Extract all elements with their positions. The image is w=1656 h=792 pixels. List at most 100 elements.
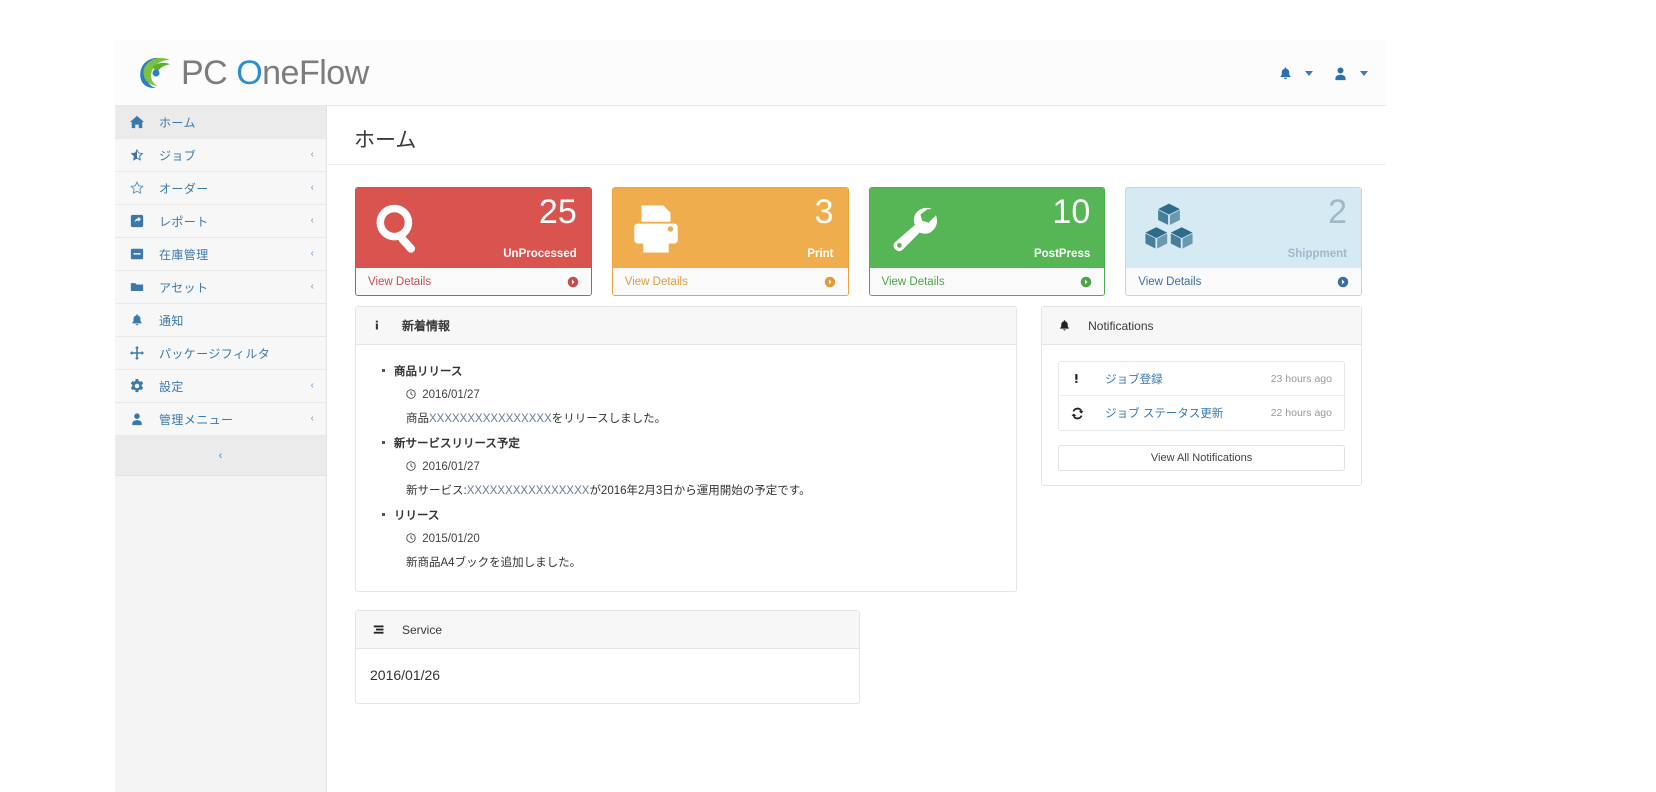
view-details-label: View Details xyxy=(368,275,432,288)
notifications-menu-button[interactable] xyxy=(1270,60,1321,87)
stat-card-print[interactable]: 3 Print View Details xyxy=(611,187,849,296)
stat-card-value: 2 xyxy=(1328,193,1347,231)
gear-icon xyxy=(115,379,159,393)
stat-card-view-details[interactable]: View Details xyxy=(869,268,1105,295)
stat-card-body: 10 PostPress xyxy=(869,188,1105,268)
notifications-panel-title: Notifications xyxy=(1088,318,1154,333)
stat-card-view-details[interactable]: View Details xyxy=(356,268,591,295)
exclamation-icon xyxy=(1071,372,1105,385)
view-all-notifications-button[interactable]: View All Notifications xyxy=(1058,445,1345,471)
news-item-date-value: 2015/01/20 xyxy=(422,533,480,545)
sidebar-item-asset[interactable]: アセット ‹ xyxy=(115,271,326,304)
clock-icon xyxy=(406,533,419,545)
chevron-down-icon xyxy=(1305,70,1313,76)
news-panel-header: 新着情報 xyxy=(356,307,1017,345)
notification-time: 23 hours ago xyxy=(1270,372,1332,385)
cubes-icon xyxy=(1140,200,1198,258)
news-panel: 新着情報 商品リリース 2016/01/27 商品XXXXXXXXXXXXXXX… xyxy=(355,306,1018,592)
stat-cards-row: 25 UnProcessed View Details 3 Print View… xyxy=(328,165,1386,296)
stat-card-postpress[interactable]: 10 PostPress View Details xyxy=(868,187,1106,296)
chevron-left-icon: ‹ xyxy=(310,149,314,160)
sidebar-item-label: レポート xyxy=(159,214,209,229)
brand-logo-area[interactable]: PC OneFlow xyxy=(135,50,369,96)
news-text-after: が2016年2月3日から運用開始の予定です。 xyxy=(589,485,811,497)
sidebar-empty-area xyxy=(115,476,326,792)
notification-label: ジョブ登録 xyxy=(1105,373,1163,386)
refresh-icon xyxy=(1071,407,1105,420)
stat-card-view-details[interactable]: View Details xyxy=(612,268,848,295)
stat-card-view-details[interactable]: View Details xyxy=(1126,268,1361,295)
sidebar-navigation: ホーム ジョブ ‹ オーダー ‹ レポート ‹ 在庫管理 ‹ アセット ‹ 通知… xyxy=(115,106,327,792)
clock-icon xyxy=(406,461,419,473)
news-item-text: 新サービス:XXXXXXXXXXXXXXXXが2016年2月3日から運用開始の予… xyxy=(394,479,1000,503)
sidebar-item-job[interactable]: ジョブ ‹ xyxy=(115,139,326,172)
news-text-placeholder: XXXXXXXXXXXXXXXX xyxy=(466,485,590,497)
sidebar-item-inventory[interactable]: 在庫管理 ‹ xyxy=(115,238,326,271)
service-date: 2016/01/26 xyxy=(370,667,441,683)
service-panel-header: Service xyxy=(356,611,859,649)
sidebar-item-home[interactable]: ホーム xyxy=(115,106,326,139)
news-text-before: 商品 xyxy=(406,413,429,425)
folder-icon xyxy=(115,280,159,294)
news-panel-title: 新着情報 xyxy=(402,319,451,333)
notification-item[interactable]: ジョブ登録 23 hours ago xyxy=(1059,362,1344,396)
sidebar-item-label: ホーム xyxy=(159,115,196,130)
chevron-left-icon: ‹ xyxy=(310,281,314,292)
bell-icon xyxy=(115,313,159,327)
sidebar-item-label: 通知 xyxy=(159,313,184,328)
sidebar-item-order[interactable]: オーダー ‹ xyxy=(115,172,326,205)
chevron-left-icon: ‹ xyxy=(310,380,314,391)
sidebar-item-report[interactable]: レポート ‹ xyxy=(115,205,326,238)
sidebar-item-admin-menu[interactable]: 管理メニュー ‹ xyxy=(115,403,326,436)
notification-item[interactable]: ジョブ ステータス更新 22 hours ago xyxy=(1059,396,1344,430)
brand-o: O xyxy=(236,54,263,92)
news-item-date: 2015/01/20 xyxy=(394,527,1000,551)
news-item-date: 2016/01/27 xyxy=(394,383,1000,407)
search-icon xyxy=(370,200,430,260)
news-item-date-value: 2016/01/27 xyxy=(422,389,480,401)
sidebar-item-label: 設定 xyxy=(159,379,184,394)
stat-card-shippment[interactable]: 2 Shippment View Details xyxy=(1125,187,1362,296)
sidebar-item-settings[interactable]: 設定 ‹ xyxy=(115,370,326,403)
circle-arrow-right-icon xyxy=(1337,276,1349,288)
stat-card-label: Shippment xyxy=(1287,248,1347,260)
bell-icon xyxy=(1058,319,1088,332)
application-window: PC OneFlow ホーム ジョブ ‹ オーダー ‹ レポート ‹ 在庫管理 … xyxy=(115,40,1386,792)
inbox-icon xyxy=(115,247,159,261)
news-list: 商品リリース 2016/01/27 商品XXXXXXXXXXXXXXXXをリリー… xyxy=(372,361,1000,575)
news-text-before: 新サービス: xyxy=(406,485,467,497)
header-actions xyxy=(1270,40,1376,106)
sidebar-item-package-filter[interactable]: パッケージフィルタ xyxy=(115,337,326,370)
chevron-left-icon: ‹ xyxy=(310,182,314,193)
stat-card-unprocessed[interactable]: 25 UnProcessed View Details xyxy=(355,187,592,296)
notification-time: 22 hours ago xyxy=(1270,407,1332,419)
star-o-icon xyxy=(115,181,159,195)
user-icon xyxy=(115,412,159,426)
sidebar-item-label: 管理メニュー xyxy=(159,412,234,427)
pconeflow-logo-icon xyxy=(135,52,177,94)
news-text-after: をリリースしました。 xyxy=(551,413,667,425)
left-column: 新着情報 商品リリース 2016/01/27 商品XXXXXXXXXXXXXXX… xyxy=(355,306,1018,722)
brand-pc: PC xyxy=(181,54,237,92)
news-item: リリース 2015/01/20 新商品A4ブックを追加しました。 xyxy=(381,505,1000,575)
home-icon xyxy=(115,115,159,129)
user-menu-button[interactable] xyxy=(1325,60,1376,87)
news-item-text: 商品XXXXXXXXXXXXXXXXをリリースしました。 xyxy=(394,407,1000,431)
news-panel-body: 商品リリース 2016/01/27 商品XXXXXXXXXXXXXXXXをリリー… xyxy=(356,345,1016,591)
view-details-label: View Details xyxy=(1138,275,1202,288)
sidebar-item-label: オーダー xyxy=(159,181,209,196)
chevron-left-icon: ‹ xyxy=(218,449,223,462)
stat-card-body: 2 Shippment xyxy=(1126,188,1361,268)
sidebar-item-notification[interactable]: 通知 xyxy=(115,304,326,337)
printer-icon xyxy=(627,200,685,258)
info-icon xyxy=(372,319,402,332)
sidebar-collapse-button[interactable]: ‹ xyxy=(115,436,326,476)
circle-arrow-right-icon xyxy=(1080,276,1092,288)
circle-arrow-right-icon xyxy=(824,276,836,288)
chevron-down-icon xyxy=(1360,70,1368,76)
chevron-left-icon: ‹ xyxy=(310,248,314,259)
news-item: 新サービスリリース予定 2016/01/27 新サービス:XXXXXXXXXXX… xyxy=(381,433,1000,503)
wrench-icon xyxy=(884,200,942,258)
notifications-panel-header: Notifications xyxy=(1042,307,1361,345)
news-item-title: 新サービスリリース予定 xyxy=(394,438,520,450)
